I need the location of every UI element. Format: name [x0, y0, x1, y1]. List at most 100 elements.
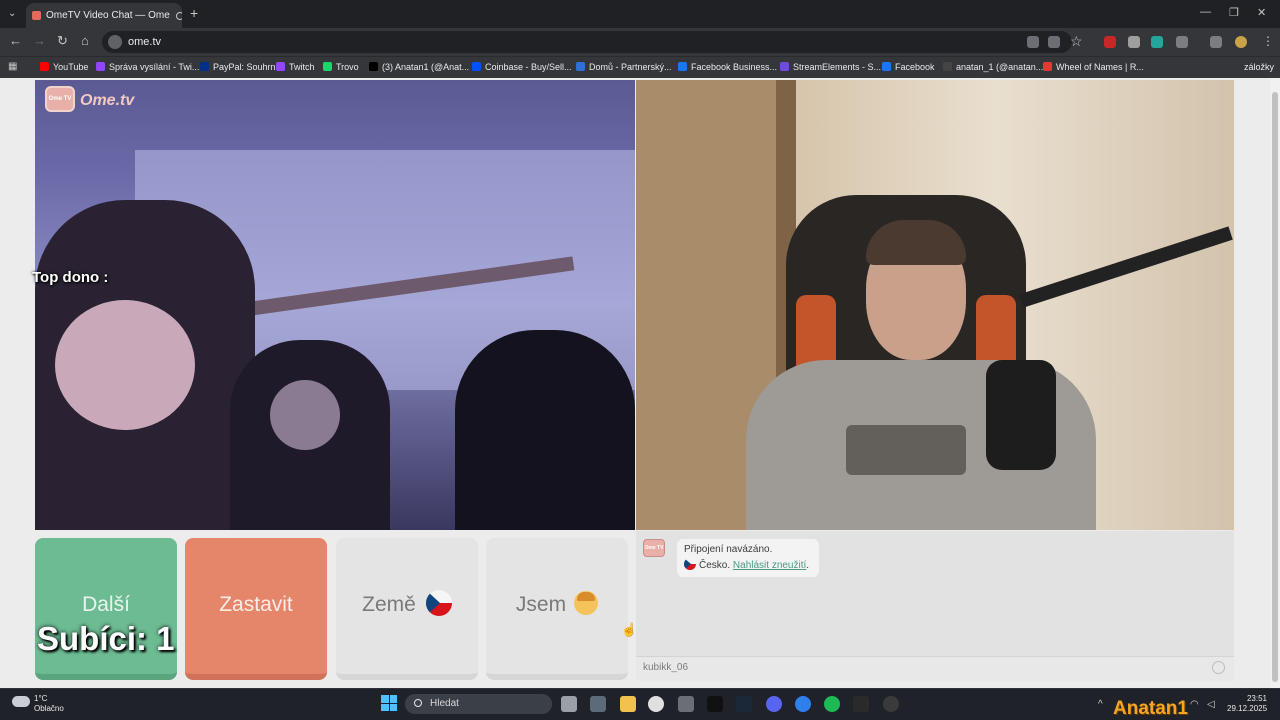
terminal-icon[interactable] [707, 696, 723, 712]
back-icon[interactable]: ← [9, 34, 22, 48]
tray-chevron-icon[interactable]: ^ [1098, 699, 1103, 710]
bookmark-label: Wheel of Names | R... [1056, 62, 1144, 72]
steam-icon[interactable] [736, 696, 752, 712]
next-button[interactable]: Další [35, 538, 177, 680]
windows-start-icon[interactable] [381, 695, 397, 711]
bookmark-favicon-icon [96, 62, 105, 71]
bookmark-favicon-icon [40, 62, 49, 71]
boy-face-icon [574, 591, 599, 615]
obs-icon[interactable] [883, 696, 899, 712]
country-button-label: Země [362, 593, 416, 616]
bookmark-label: StreamElements - S... [793, 62, 882, 72]
extension-icon[interactable] [1104, 36, 1116, 48]
bookmark-label: PayPal: Souhrn [213, 62, 276, 72]
cloud-icon[interactable] [12, 696, 30, 707]
chat-input[interactable] [636, 656, 1234, 681]
profile-avatar[interactable] [1235, 36, 1247, 48]
bookmark-item[interactable]: StreamElements - S... [780, 61, 881, 73]
cast-icon[interactable] [1048, 36, 1060, 48]
extension-icon[interactable] [1128, 36, 1140, 48]
bookmark-favicon-icon [323, 62, 332, 71]
bookmark-label: Coinbase - Buy/Sell... [485, 62, 572, 72]
volume-icon[interactable]: ◁ [1207, 699, 1215, 710]
bookmark-item[interactable]: Twitch [276, 61, 315, 73]
maximize-icon[interactable]: ❐ [1229, 6, 1239, 19]
bookmark-label: (3) Anatan1 (@Anat... [382, 62, 470, 72]
new-tab-button[interactable]: + [190, 6, 198, 20]
emoji-icon[interactable] [1212, 661, 1225, 674]
extensions-puzzle-icon[interactable] [1176, 36, 1188, 48]
connection-status-text: Připojení navázáno. [684, 544, 773, 555]
bookmark-item[interactable]: Domů - Partnerský... [576, 61, 672, 73]
bookmark-favicon-icon [472, 62, 481, 71]
subscriber-count-overlay: Subíci: 1 [37, 620, 175, 657]
bookmark-item[interactable]: (3) Anatan1 (@Anat... [369, 61, 469, 73]
streamer-watermark: Anatan1 [1113, 698, 1188, 719]
minimize-icon[interactable]: — [1200, 6, 1211, 18]
bookmark-favicon-icon [576, 62, 585, 71]
forward-icon[interactable]: → [33, 34, 46, 48]
stop-button-label: Zastavit [219, 593, 293, 616]
app-icon[interactable] [795, 696, 811, 712]
app-icon[interactable] [678, 696, 694, 712]
chat-country: Česko. [699, 560, 731, 571]
bookmark-item[interactable]: Správa vysílání - Twi... [96, 61, 199, 73]
menu-icon[interactable]: ⋮ [1262, 34, 1274, 48]
tab-list-chevron-icon[interactable]: ⌄ [8, 8, 16, 19]
taskbar-search-placeholder: Hledat [430, 698, 459, 709]
ometv-logo-icon: Ome TV [45, 86, 75, 112]
search-icon [414, 699, 422, 707]
ometv-chat-avatar-icon: Ome TV [643, 539, 665, 557]
extension-icon[interactable] [1151, 36, 1163, 48]
country-button[interactable]: Země [336, 538, 478, 680]
bookmark-item[interactable]: Facebook Business... [678, 61, 777, 73]
top-donor-overlay: Top dono : [32, 269, 109, 286]
bookmark-item[interactable]: Coinbase - Buy/Sell... [472, 61, 572, 73]
bookmark-favicon-icon [882, 62, 891, 71]
gender-button[interactable]: Jsem [486, 538, 628, 680]
bookmark-label: YouTube [53, 62, 89, 72]
bookmark-item[interactable]: PayPal: Souhrn [200, 61, 276, 73]
close-window-icon[interactable]: ✕ [1257, 6, 1266, 19]
weather-temperature[interactable]: 1°C [34, 694, 47, 704]
site-info-icon[interactable] [108, 35, 122, 49]
discord-icon[interactable] [766, 696, 782, 712]
apps-grid-icon[interactable]: ▦ [8, 61, 17, 72]
bookmark-item[interactable]: anatan_1 (@anatan... [943, 61, 1043, 73]
epic-games-icon[interactable] [853, 696, 869, 712]
taskbar-search[interactable] [405, 694, 552, 714]
spotify-icon[interactable] [824, 696, 840, 712]
bookmark-favicon-icon [1043, 62, 1052, 71]
chrome-icon[interactable] [648, 696, 664, 712]
hand-cursor-icon: ☝ [621, 622, 638, 637]
weather-description[interactable]: Oblačno [34, 704, 64, 714]
address-bar[interactable] [102, 31, 1072, 53]
bookmark-item[interactable]: Facebook [882, 61, 935, 73]
bookmark-star-icon[interactable]: ☆ [1070, 33, 1083, 50]
stop-button[interactable]: Zastavit [185, 538, 327, 680]
browser-tab[interactable]: OmeTV Video Chat — Ome ✕ [26, 3, 182, 28]
report-abuse-link[interactable]: Nahlásit zneužití [733, 560, 806, 571]
taskbar [0, 688, 1280, 720]
bookmark-favicon-icon [678, 62, 687, 71]
bookmark-label: Trovo [336, 62, 359, 72]
scrollbar-thumb[interactable] [1272, 92, 1278, 682]
clock-date[interactable]: 29.12.2025 [1227, 704, 1267, 713]
recording-icon [176, 12, 182, 20]
translate-icon[interactable] [1027, 36, 1039, 48]
czech-flag-icon [684, 558, 696, 570]
bookmark-item[interactable]: Wheel of Names | R... [1043, 61, 1144, 73]
clock-time[interactable]: 23:51 [1237, 694, 1267, 703]
reading-list-icon[interactable] [1210, 36, 1222, 48]
all-bookmarks-link[interactable]: záložky [1244, 61, 1274, 73]
remote-video [35, 80, 635, 530]
wifi-icon[interactable]: ◠ [1190, 699, 1199, 710]
czech-flag-icon [425, 590, 452, 616]
bookmark-item[interactable]: Trovo [323, 61, 359, 73]
task-view-icon[interactable] [561, 696, 577, 712]
home-icon[interactable]: ⌂ [81, 34, 89, 48]
widgets-icon[interactable] [590, 696, 606, 712]
bookmark-item[interactable]: YouTube [40, 61, 88, 73]
reload-icon[interactable]: ↻ [57, 34, 68, 48]
file-explorer-icon[interactable] [620, 696, 636, 712]
